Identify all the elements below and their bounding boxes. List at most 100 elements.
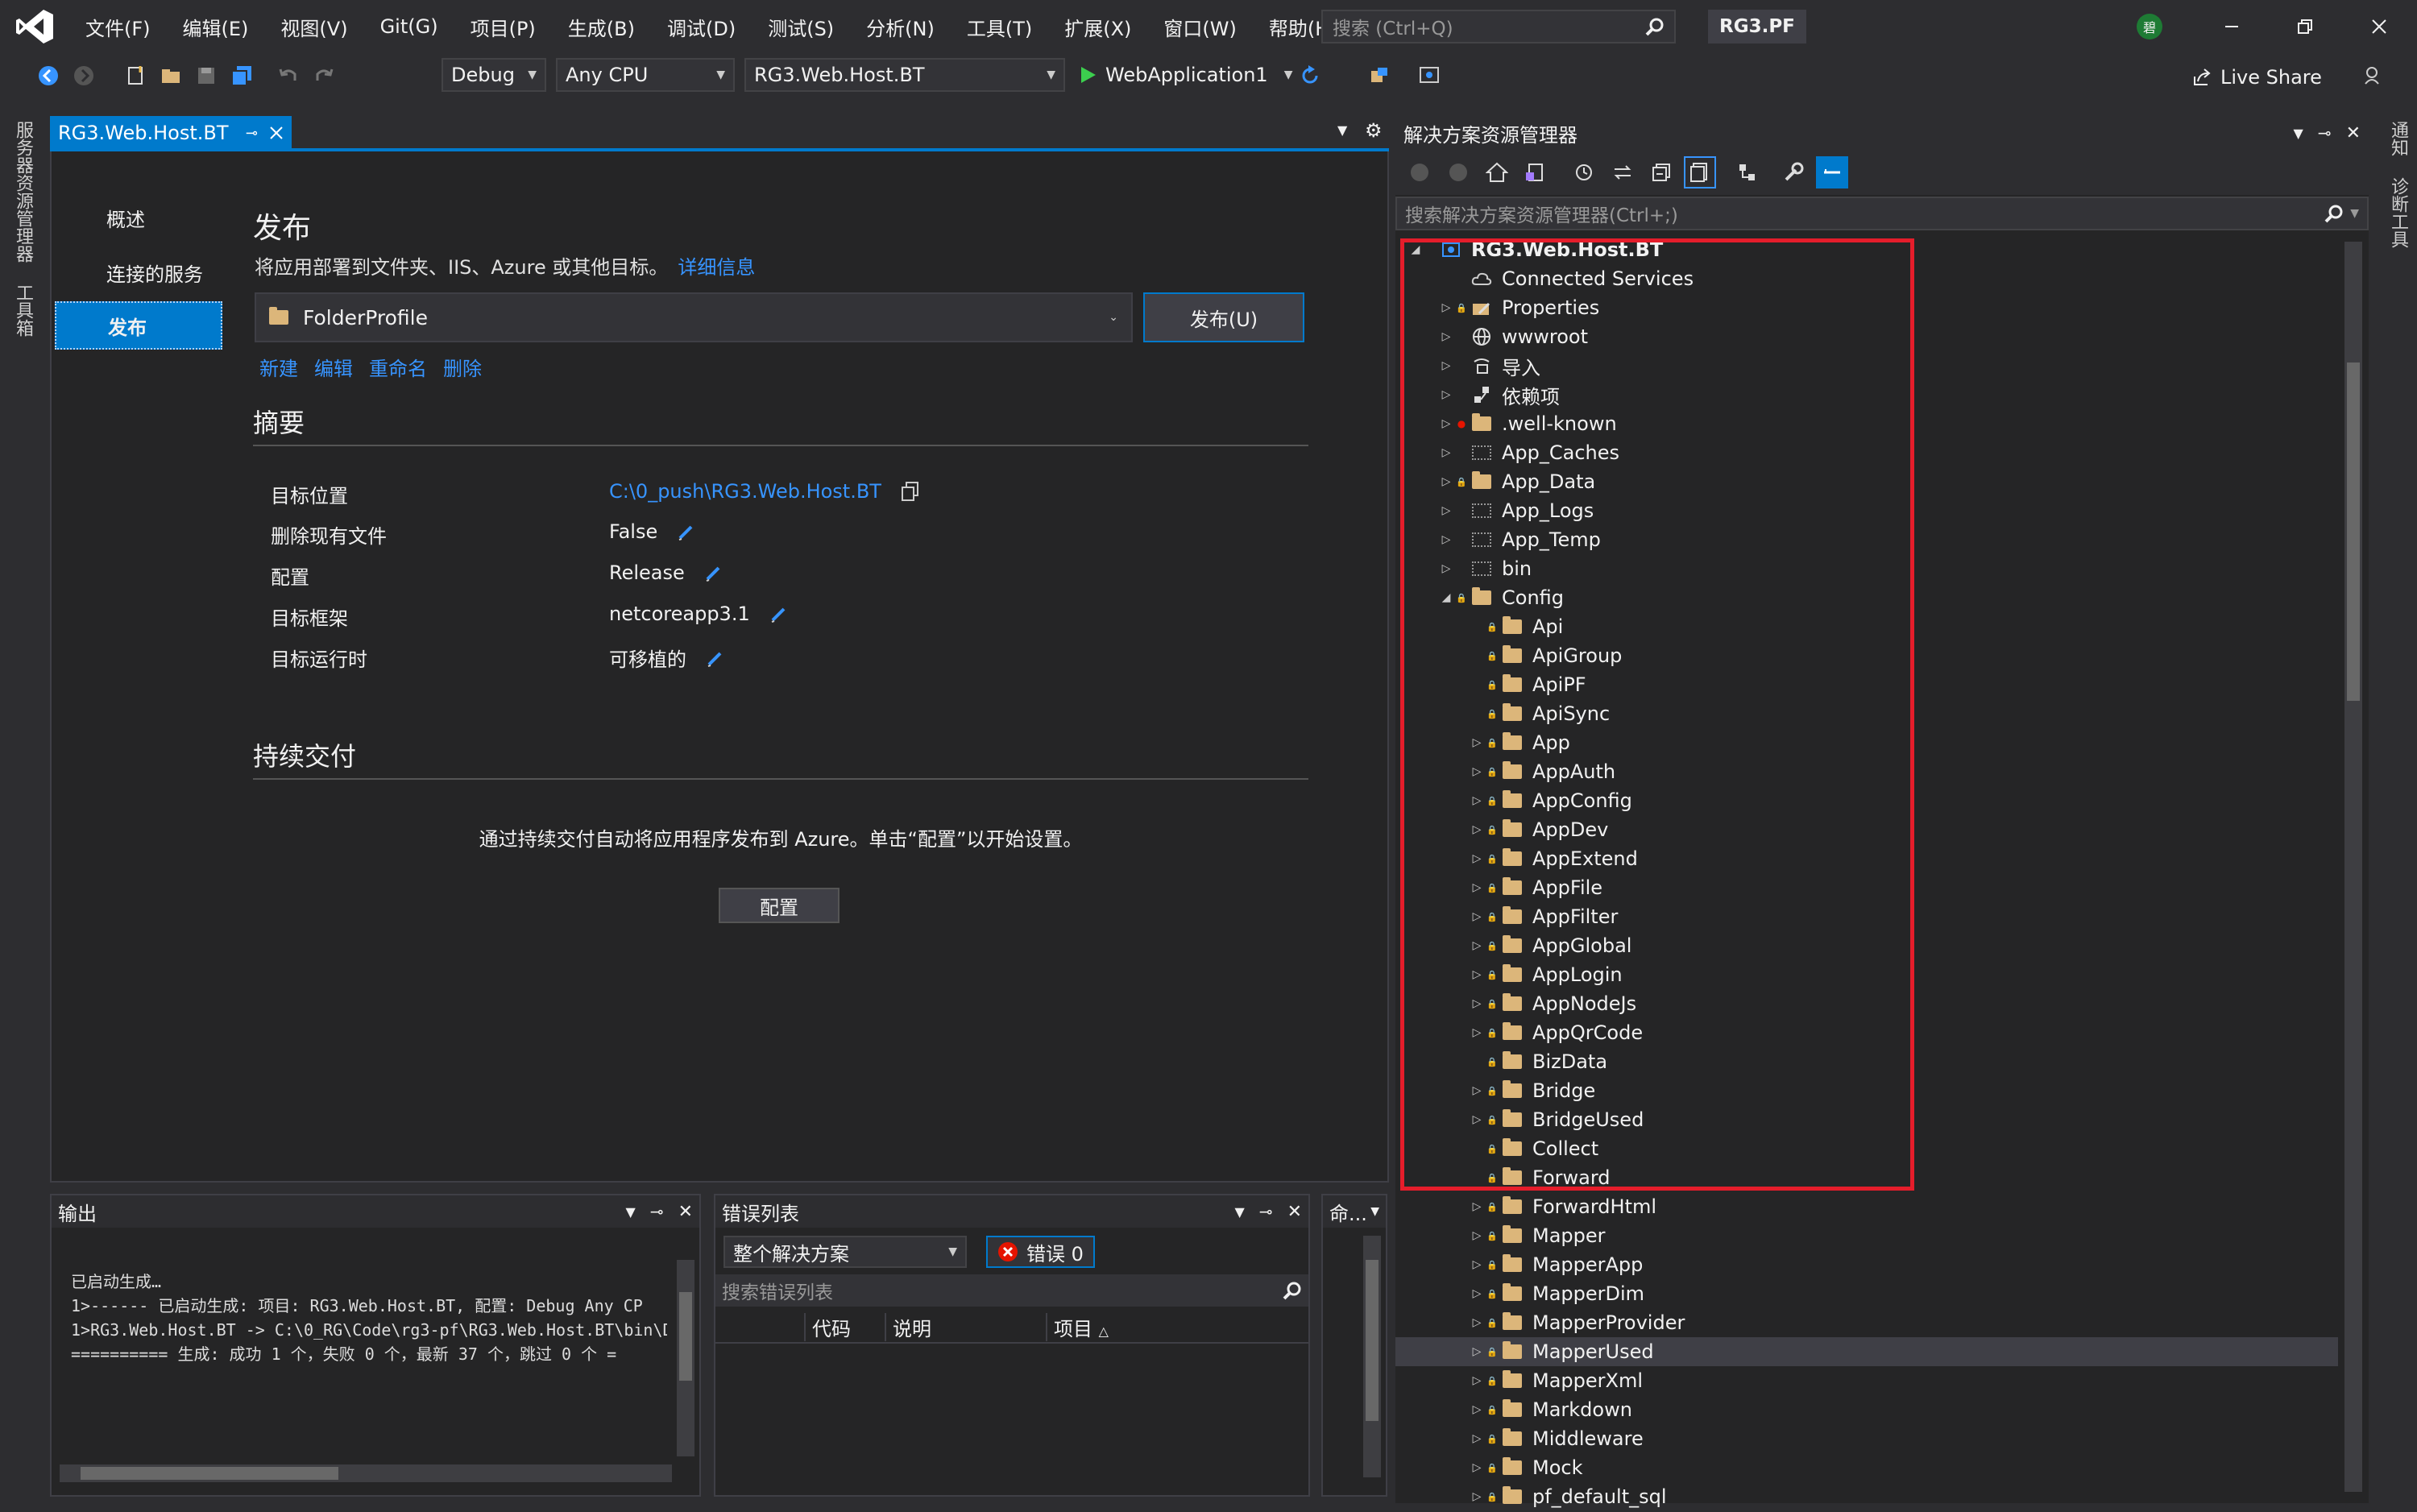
tree-node[interactable]: ▷ 🔒 Middleware [1395,1424,2338,1453]
configure-button[interactable]: 配置 [719,888,840,923]
startup-project-select[interactable]: RG3.Web.Host.BT ▼ [744,58,1065,92]
edit-pencil-icon[interactable] [704,563,723,582]
error-search-input[interactable]: 搜索错误列表 [715,1274,1308,1307]
se-forward-button[interactable] [1442,156,1474,188]
error-scope-select[interactable]: 整个解决方案 ▼ [723,1236,967,1268]
live-share-button[interactable]: Live Share [2191,60,2322,95]
pin-icon[interactable]: ⊸ [650,1202,664,1221]
delete-profile-link[interactable]: 删除 [443,353,482,381]
solution-configuration-select[interactable]: Debug ▼ [442,58,546,92]
tree-node[interactable]: ▷ 🔒 MapperDim [1395,1279,2338,1308]
se-preview-button[interactable] [1732,156,1764,188]
hot-reload-button[interactable] [1294,60,1326,92]
navigate-back-button[interactable] [32,60,64,92]
collapsed-arrow-icon[interactable]: ▷ [1468,1482,1486,1511]
toolbar-options-button[interactable] [1413,60,1445,92]
pin-icon[interactable]: ⊸ [1259,1202,1273,1221]
close-window-button[interactable] [2351,6,2407,47]
avatar[interactable]: 碧 [2137,14,2162,39]
start-debugging-button[interactable]: WebApplication1 ▼ [1080,58,1292,92]
save-button[interactable] [190,60,222,92]
menu-extensions[interactable]: 扩展(X) [1048,0,1147,53]
undo-button[interactable] [272,60,305,92]
pin-icon[interactable]: ⊸ [246,125,258,142]
edit-pencil-icon[interactable] [769,604,789,623]
se-properties-button[interactable] [1777,156,1810,188]
tree-node[interactable]: ▷ 🔒 Mapper [1395,1221,2338,1250]
menu-analyze[interactable]: 分析(N) [850,0,951,53]
collapsed-arrow-icon[interactable]: ▷ [1468,1395,1486,1424]
dropdown-icon[interactable]: ▼ [2293,126,2303,141]
collapsed-arrow-icon[interactable]: ▷ [1468,1453,1486,1482]
se-collapse-all-button[interactable] [1645,156,1677,188]
se-back-button[interactable] [1403,156,1436,188]
nav-publish[interactable]: 发布 [55,301,222,350]
menu-test[interactable]: 测试(S) [752,0,850,53]
menu-file[interactable]: 文件(F) [69,0,167,53]
se-switch-views-button[interactable] [1519,156,1552,188]
solution-explorer-search-input[interactable]: 搜索解决方案资源管理器(Ctrl+;) ▼ [1395,197,2369,230]
se-home-button[interactable] [1481,156,1513,188]
nav-overview[interactable]: 概述 [55,193,222,242]
menu-git[interactable]: Git(G) [364,0,454,53]
publish-button[interactable]: 发布(U) [1143,292,1304,342]
collapsed-arrow-icon[interactable]: ▷ [1468,1279,1486,1308]
dropdown-icon[interactable]: ▼ [1234,1204,1244,1220]
collapsed-arrow-icon[interactable]: ▷ [1468,1192,1486,1221]
redo-button[interactable] [308,60,340,92]
scrollbar-thumb[interactable] [2347,362,2360,701]
diagnostic-tools-tab[interactable]: 诊断工具 [2385,169,2411,256]
collapsed-arrow-icon[interactable]: ▷ [1468,1424,1486,1453]
solution-explorer-scrollbar[interactable] [2344,242,2362,1492]
server-explorer-tab[interactable]: 服务器资源管理器 [10,113,35,271]
edit-pencil-icon[interactable] [706,648,725,668]
dropdown-icon[interactable]: ▼ [1370,1205,1379,1218]
close-icon[interactable]: ✕ [678,1202,693,1222]
collapsed-arrow-icon[interactable]: ▷ [1468,1366,1486,1395]
copy-icon[interactable] [901,481,920,502]
feedback-button[interactable] [2356,60,2388,92]
output-horizontal-scrollbar[interactable] [60,1464,672,1482]
menu-edit[interactable]: 编辑(E) [167,0,265,53]
tree-node[interactable]: ▷ 🔒 MapperXml [1395,1366,2338,1395]
restore-button[interactable] [2277,6,2333,47]
menu-window[interactable]: 窗口(W) [1147,0,1252,53]
errors-filter-toggle[interactable]: 错误 0 [986,1236,1095,1268]
scrollbar-thumb[interactable] [81,1467,338,1480]
se-pending-changes-button[interactable] [1568,156,1600,188]
gear-icon[interactable]: ⚙ [1365,119,1383,142]
solution-platform-select[interactable]: Any CPU ▼ [556,58,735,92]
new-project-button[interactable] [119,60,151,92]
menu-project[interactable]: 项目(P) [454,0,552,53]
collapsed-arrow-icon[interactable]: ▷ [1468,1221,1486,1250]
notifications-tab[interactable]: 通知 [2385,113,2411,164]
scrollbar-thumb[interactable] [679,1292,692,1381]
se-sync-button[interactable] [1606,156,1639,188]
open-file-button[interactable] [155,60,187,92]
chevron-down-icon[interactable]: ▼ [2350,207,2359,220]
nav-connected-services[interactable]: 连接的服务 [55,248,222,296]
save-all-button[interactable] [226,60,258,92]
menu-tools[interactable]: 工具(T) [951,0,1048,53]
command-window-title[interactable]: 命... [1329,1198,1367,1226]
column-description[interactable]: 说明 [885,1312,1046,1341]
output-text[interactable]: 已启动生成… 1>------ 已启动生成: 项目: RG3.Web.Host.… [71,1270,667,1366]
document-tab[interactable]: RG3.Web.Host.BT ⊸ [50,116,292,150]
tree-node[interactable]: ▷ 🔒 Markdown [1395,1395,2338,1424]
command-scrollbar[interactable] [1363,1236,1381,1477]
close-icon[interactable]: ✕ [2346,123,2361,143]
tree-node[interactable]: ▷ 🔒 MapperProvider [1395,1308,2338,1337]
collapsed-arrow-icon[interactable]: ▷ [1468,1337,1486,1366]
pin-icon[interactable]: ⊸ [2318,123,2332,143]
tree-node[interactable]: ▷ 🔒 Mock [1395,1453,2338,1482]
tree-node[interactable]: ▷ 🔒 MapperUsed [1395,1337,2338,1366]
rename-profile-link[interactable]: 重命名 [369,353,427,381]
visual-studio-logo-icon[interactable] [15,8,55,45]
se-preview-selected-button[interactable] [1816,156,1848,188]
collapsed-arrow-icon[interactable]: ▷ [1468,1250,1486,1279]
menu-debug[interactable]: 调试(D) [651,0,752,53]
close-icon[interactable]: ✕ [1287,1202,1302,1222]
output-vertical-scrollbar[interactable] [677,1260,694,1456]
tree-node[interactable]: ▷ 🔒 pf_default_sql [1395,1482,2338,1511]
publish-profile-select[interactable]: FolderProfile ⌄ [255,292,1133,342]
